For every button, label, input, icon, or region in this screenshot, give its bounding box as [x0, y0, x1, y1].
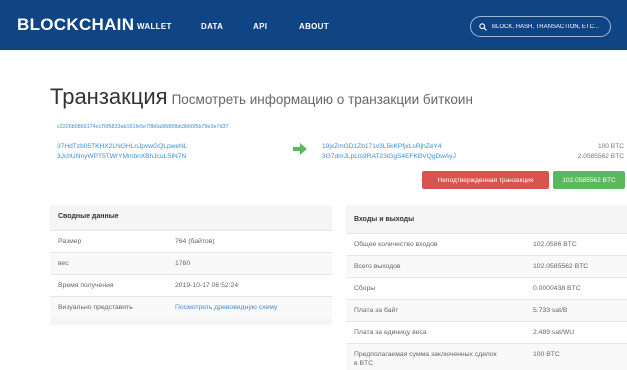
row-label: Всего выходов — [354, 263, 401, 270]
io-panel: Входы и выходы Общее количество входов 1… — [346, 205, 627, 370]
row-value: 0.0000438 BTC — [533, 285, 581, 292]
row-value: 2019-10-17 06:52:24 — [175, 282, 239, 289]
table-row: Плата за единицу веса 2.489 sat/WU — [346, 321, 627, 343]
summary-heading: Сводные данные — [58, 213, 119, 220]
row-value: 5.733 sat/B — [533, 307, 568, 314]
nav-about[interactable]: ABOUT — [299, 22, 329, 31]
row-label: вес — [58, 260, 69, 267]
arrow-right-icon — [293, 143, 307, 155]
summary-panel: Сводные данные Размер 764 (байтов) вес 1… — [50, 205, 332, 325]
row-label: Размер — [58, 238, 82, 245]
nav-api[interactable]: API — [253, 22, 267, 31]
nav-wallet[interactable]: WALLET — [137, 22, 172, 31]
total-amount-button[interactable]: 102.0585562 BTC — [553, 171, 625, 189]
page-subtitle: Посмотреть информацию о транзакции битко… — [171, 92, 473, 107]
output-amount: 100 BTC — [597, 143, 624, 150]
page-title-main: Транзакция — [50, 84, 168, 109]
row-label: Сборы — [354, 285, 376, 292]
table-row: Сборы 0.0000438 BTC — [346, 277, 627, 299]
table-row: вес 1760 — [50, 252, 332, 274]
search-box[interactable] — [470, 16, 611, 37]
row-label: Плата за байт — [354, 307, 399, 314]
row-label-continued: в BTC — [354, 360, 374, 367]
output-address-link[interactable]: 19jxZmGD1Zb171v3L5kKPfjxLsRjhZeY4 — [322, 143, 441, 150]
table-row: Всего выходов 102.0585562 BTC — [346, 255, 627, 277]
table-row: Плата за байт 5.733 sat/B — [346, 299, 627, 321]
row-value: 2.489 sat/WU — [533, 329, 575, 336]
output-amount: 2.0585562 BTC — [577, 153, 624, 160]
row-label: Плата за единицу веса — [354, 329, 427, 336]
nav-data[interactable]: DATA — [201, 22, 223, 31]
search-input[interactable] — [492, 23, 607, 30]
row-value: 102.0585562 BTC — [533, 263, 589, 270]
search-icon[interactable] — [479, 22, 487, 31]
table-row: Размер 764 (байтов) — [50, 230, 332, 252]
row-label: Предполагаемая сумма заключенных сделок — [354, 351, 497, 358]
io-heading: Входы и выходы — [354, 216, 415, 223]
row-label: Визуально представить — [58, 304, 133, 311]
unconfirmed-status-button[interactable]: Неподтвержденная транзакция — [422, 171, 549, 189]
row-value: 1760 — [175, 260, 191, 267]
transaction-hash-link[interactable]: c2226b0869174cc76f5833ab161fe5e79b6a98d9… — [57, 124, 228, 130]
blockchain-logo[interactable]: BLOCKCHAIN — [17, 15, 134, 35]
input-address-link[interactable]: 37HdTzb05TKHX2LNGHLnJpvwGQLpweNL — [57, 143, 187, 150]
table-row: Время получения 2019-10-17 06:52:24 — [50, 274, 332, 296]
output-address-link[interactable]: 3G7dmJLpLts9RAT23iGgS4EFKBVQgDwAyJ — [322, 153, 456, 160]
top-navbar: BLOCKCHAIN WALLET DATA API ABOUT — [0, 0, 627, 50]
table-row: Общее количество входов 102.0586 BTC — [346, 233, 627, 255]
row-value: 102.0586 BTC — [533, 241, 577, 248]
table-row: Визуально представить Посмотреть древови… — [50, 296, 332, 318]
page-title: Транзакция Посмотреть информацию о транза… — [50, 84, 473, 110]
row-value: 764 (байтов) — [175, 238, 215, 245]
table-row: Предполагаемая сумма заключенных сделок … — [346, 343, 627, 370]
row-value: 100 BTC — [533, 351, 560, 358]
row-label: Общее количество входов — [354, 241, 438, 248]
input-address-link[interactable]: 3JchUNnyWPT5TWrYMmbnXBhJcuLSiN7N — [57, 153, 186, 160]
row-label: Время получения — [58, 282, 114, 289]
view-tree-chart-link[interactable]: Посмотреть древовидную схему — [175, 304, 277, 311]
